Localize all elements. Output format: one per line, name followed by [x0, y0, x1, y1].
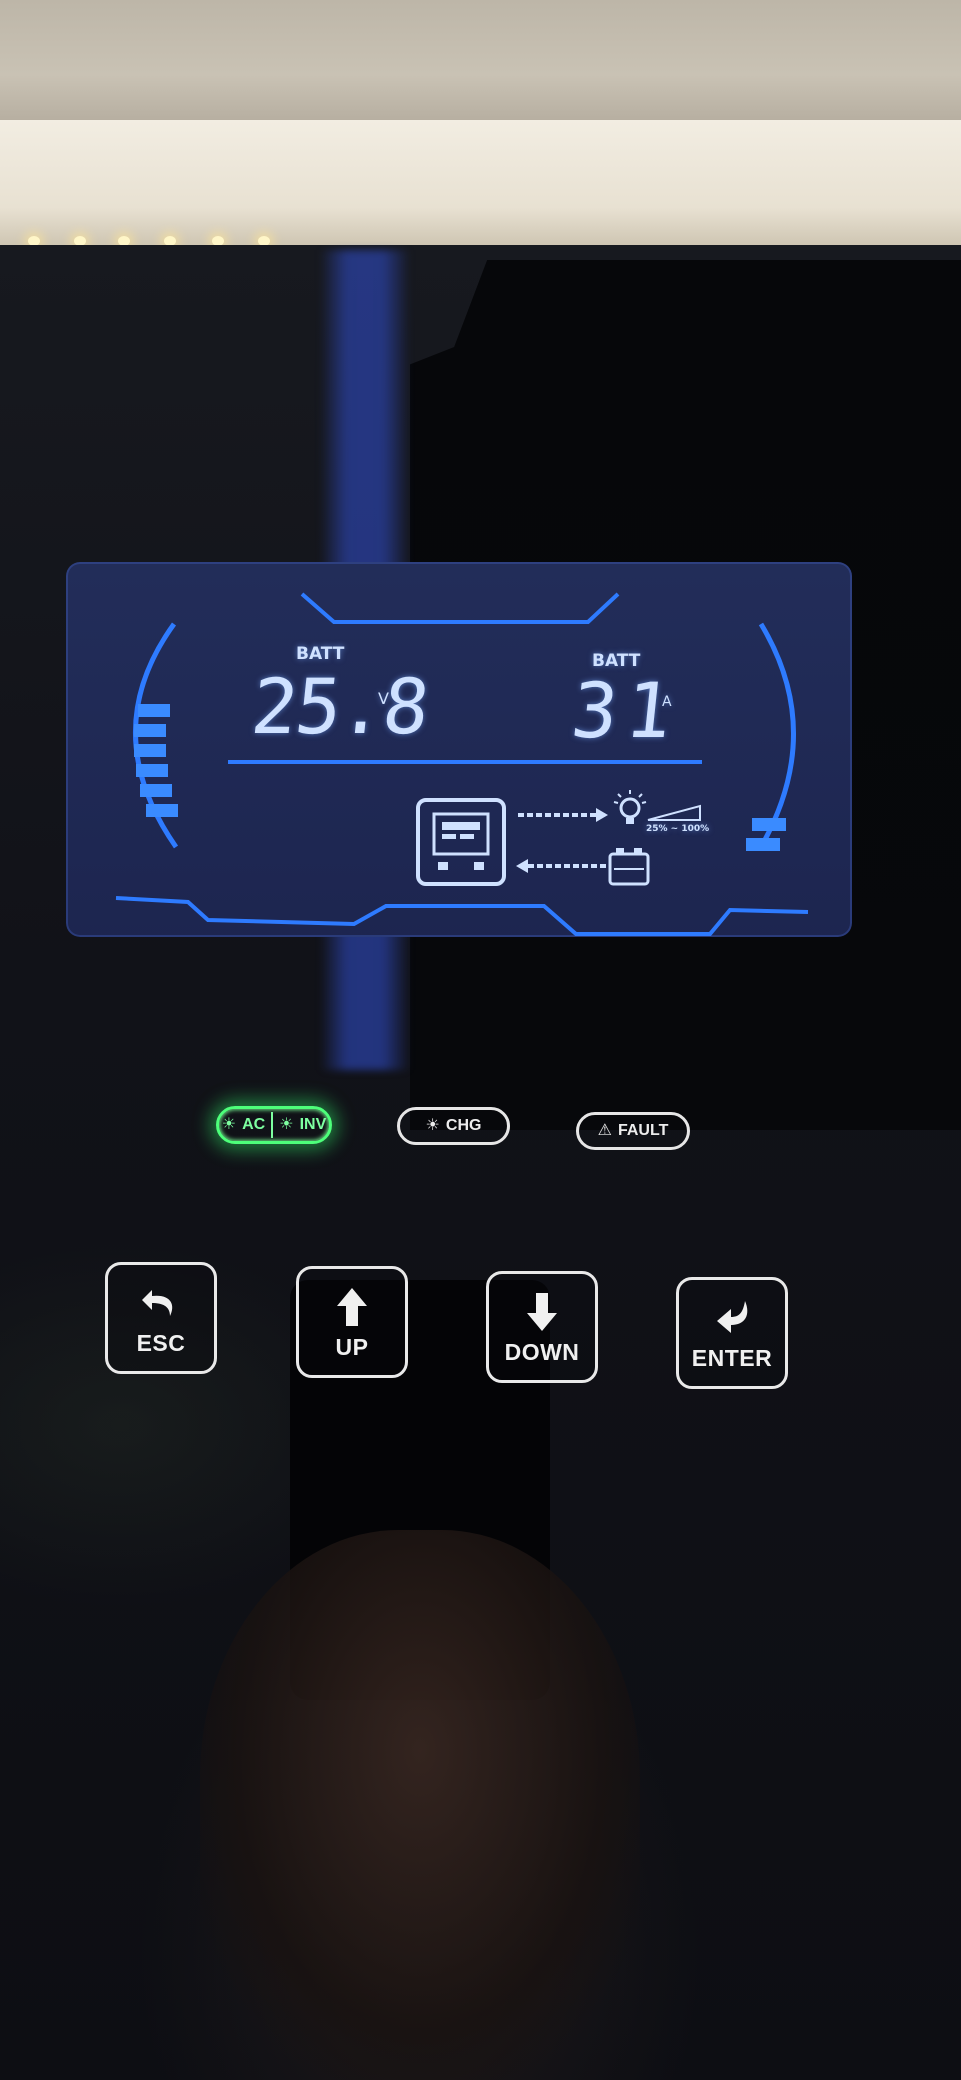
chg-label: CHG: [445, 1117, 482, 1134]
enter-arrow-icon: [717, 1300, 748, 1333]
battery-voltage-value: 25.8: [247, 662, 432, 751]
wall: [0, 0, 961, 125]
enter-button[interactable]: ENTER: [676, 1277, 788, 1389]
voltage-unit: V: [378, 689, 389, 708]
up-label: UP: [335, 1333, 369, 1360]
fault-indicator: ⚠ FAULT: [576, 1112, 690, 1150]
battery-icon: [608, 848, 650, 886]
bulb-icon: [613, 790, 647, 824]
current-unit: A: [662, 694, 672, 710]
back-arrow-icon: [142, 1289, 173, 1316]
up-button[interactable]: UP: [296, 1266, 408, 1378]
load-ramp-icon: [647, 804, 701, 821]
down-arrow-icon: [527, 1292, 557, 1331]
indicator-divider: [271, 1112, 274, 1138]
chg-indicator: ☀ CHG: [397, 1107, 510, 1145]
esc-button[interactable]: ESC: [105, 1262, 217, 1374]
inverter-meter-icon: [416, 798, 506, 886]
esc-label: ESC: [136, 1329, 186, 1356]
lcd-bottom-frame: [115, 896, 809, 936]
flow-arrow-right: [518, 808, 608, 822]
battery-voltage-label: BATT: [296, 644, 345, 664]
lcd-graphics: [115, 592, 809, 936]
warning-icon: ⚠: [597, 1122, 612, 1139]
ac-inv-indicator: ☀ AC ☀ INV: [216, 1106, 332, 1144]
down-label: DOWN: [504, 1338, 580, 1365]
battery-level-segments: [134, 704, 178, 817]
battery-current-value: 31: [567, 666, 685, 755]
enter-label: ENTER: [691, 1344, 773, 1371]
down-button[interactable]: DOWN: [486, 1271, 598, 1383]
sun-icon: ☀: [425, 1117, 440, 1134]
up-arrow-icon: [337, 1287, 367, 1326]
ceiling-trim: [0, 120, 961, 245]
ac-label: AC: [242, 1116, 266, 1133]
hand-reflection: [200, 1530, 640, 2080]
lcd-display: BATT 25.8 V BATT 31 A 25% ~ 100%: [66, 562, 852, 937]
inverter-panel-photo: BATT 25.8 V BATT 31 A 25% ~ 100% ☀ AC ☀ …: [0, 0, 961, 2080]
inv-label: INV: [299, 1116, 327, 1133]
load-percent-label: 25% ~ 100%: [646, 824, 710, 834]
sun-icon: ☀: [221, 1116, 237, 1133]
flow-arrow-left: [516, 859, 606, 873]
lcd-right-arc: [758, 622, 796, 849]
sun-icon: ☀: [279, 1116, 294, 1133]
fault-label: FAULT: [617, 1122, 669, 1139]
lcd-top-frame: [300, 592, 620, 624]
